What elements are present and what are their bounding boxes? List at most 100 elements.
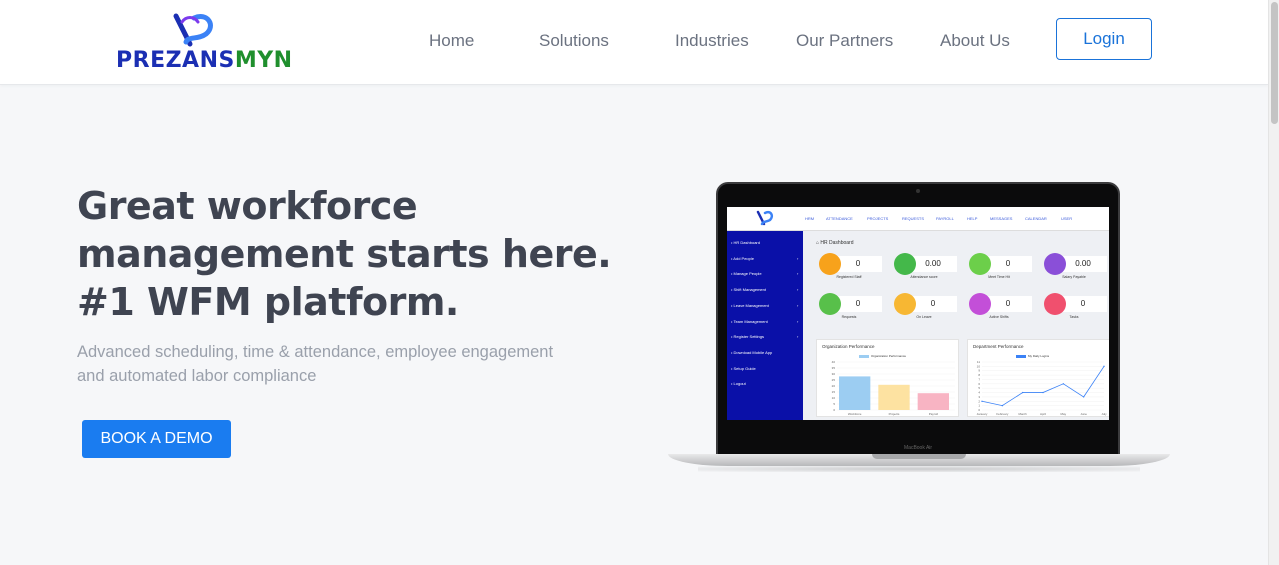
x-tick-label: Projects [889, 412, 900, 416]
data-point [1103, 365, 1105, 368]
laptop-shadow [698, 466, 1140, 472]
dept-performance-panel: Department Performance My Daily Logins 1… [967, 339, 1109, 417]
data-point [1042, 391, 1044, 394]
mini-nav-item: CALENDAR [1025, 216, 1047, 221]
dashboard-screenshot: HRM ATTENDANCE PROJECTS REQUESTS PAYROLL… [727, 207, 1109, 420]
nav-home[interactable]: Home [429, 31, 474, 51]
mini-dashboard-main: ⌂ HR Dashboard 0 Registered Staff 0.00 Atte… [803, 231, 1109, 420]
y-tick-label: 20 [832, 384, 836, 388]
hero-subtitle-line: and automated labor compliance [77, 367, 317, 385]
mini-nav-item: REQUESTS [902, 216, 925, 221]
data-point [1021, 391, 1024, 394]
prezansmyn-logo[interactable]: PREZANSMYN [116, 12, 292, 74]
bar [878, 384, 910, 410]
hero-title-line: Great workforce [77, 184, 418, 228]
nav-solutions[interactable]: Solutions [539, 31, 609, 51]
data-point [1062, 383, 1065, 385]
data-point [1082, 396, 1085, 398]
laptop-notch [872, 454, 966, 459]
mini-nav-item: ATTENDANCE [826, 216, 853, 221]
login-button[interactable]: Login [1056, 18, 1152, 60]
x-tick-label: April [1040, 412, 1046, 416]
mini-stat-card: 0 Requests [816, 291, 882, 321]
mini-sidebar-item: • Shift Management › [731, 287, 799, 292]
camera-icon [916, 189, 920, 193]
mini-sidebar-item: • Team Management › [731, 319, 799, 324]
org-bar-chart: 40 35 30 25 20 15 10 5 0 Workforce Projects Payroll [832, 360, 955, 416]
mini-sidebar-item: • Setup Guide [731, 366, 756, 371]
nav-industries[interactable]: Industries [675, 31, 749, 51]
stat-value: 0 [1005, 259, 1011, 268]
x-tick-label: Payroll [929, 412, 939, 416]
mini-sidebar-item: • Add People › [731, 256, 799, 261]
page-scrollbar[interactable] [1268, 0, 1279, 565]
y-tick-label: 5 [833, 402, 835, 406]
hero-title-line: management starts here. [77, 232, 612, 276]
hero-title-line: #1 WFM platform. [77, 280, 459, 324]
device-label: MacBook Air [904, 445, 933, 451]
y-tick-label: 0 [833, 408, 835, 412]
logo-wordmark: PREZANSMYN [116, 48, 293, 73]
nav-our-partners[interactable]: Our Partners [796, 31, 893, 51]
x-tick-label: June [1080, 412, 1087, 416]
y-tick-label: 25 [832, 378, 836, 382]
mini-stat-card: 0.00 Attendance score [891, 251, 957, 281]
y-tick-label: 15 [832, 390, 836, 394]
mini-nav-item: HELP [967, 216, 978, 221]
mini-nav-item: PROJECTS [867, 216, 889, 221]
x-tick-label: May [1060, 412, 1066, 416]
mini-nav-item: USER [1061, 216, 1073, 221]
scrollbar-thumb[interactable] [1271, 2, 1278, 124]
x-tick-label: March [1018, 412, 1027, 416]
mini-sidebar-item: • Manage People › [731, 271, 799, 276]
x-tick-label: February [996, 412, 1009, 416]
mini-stat-card: 0 Tasks [1041, 291, 1107, 321]
stat-label: Salary Payable [1062, 275, 1086, 279]
site-header: PREZANSMYN Home Solutions Industries Our… [0, 0, 1268, 85]
x-tick-label: Workforce [848, 412, 862, 416]
mini-stat-card: 0.00 Salary Payable [1041, 251, 1107, 281]
mini-topbar: HRM ATTENDANCE PROJECTS REQUESTS PAYROLL… [727, 207, 1109, 231]
data-point [981, 400, 983, 402]
logo-mark-icon [173, 13, 213, 47]
x-tick-label: January [977, 412, 988, 416]
mini-sidebar-item: • Download Mobile App [731, 350, 773, 355]
book-demo-button[interactable]: BOOK A DEMO [82, 420, 231, 458]
mini-sidebar-item: • Register Settings › [731, 334, 799, 339]
y-tick-label: 40 [832, 360, 836, 364]
laptop-mockup-image: HRM ATTENDANCE PROJECTS REQUESTS PAYROLL… [668, 180, 1170, 472]
mini-nav-item: HRM [805, 216, 815, 221]
hero-subtitle: Advanced scheduling, time & attendance, … [77, 340, 637, 388]
org-performance-panel: Organization Performance Organization Pe… [816, 339, 959, 417]
y-tick-label: 10 [832, 396, 836, 400]
hero-subtitle-line: Advanced scheduling, time & attendance, … [77, 343, 554, 361]
mini-dashboard-title: ⌂ HR Dashboard [816, 240, 854, 246]
stat-label: On Leave [916, 315, 932, 319]
mini-logo-icon [756, 210, 774, 226]
bar [839, 376, 871, 410]
mini-sidebar-item: • Logout [731, 381, 746, 386]
stat-label: Requests [841, 315, 857, 319]
stat-value: 0 [855, 259, 861, 268]
mini-stat-card: 0 Active Shifts [966, 291, 1032, 321]
mini-sidebar-item: • HR Dashboard [731, 240, 760, 245]
mini-sidebar-item: • Leave Management › [731, 303, 799, 308]
bar [917, 393, 949, 410]
stat-label: Meet Time Hit [988, 275, 1010, 279]
mini-stat-card: 0 Meet Time Hit [966, 251, 1032, 281]
stat-value: 0 [930, 299, 936, 308]
mini-stat-card: 0 Registered Staff [816, 251, 882, 281]
mini-sidebar: • HR Dashboard • Add People › • Manage Pe… [727, 231, 803, 420]
y-tick-label: 35 [832, 366, 836, 370]
stat-value: 0.00 [1075, 259, 1091, 268]
stat-value: 0 [855, 299, 861, 308]
hero-title: Great workforce management starts here. … [77, 182, 637, 326]
mini-nav-item: MESSAGES [990, 216, 1013, 221]
data-point [1001, 404, 1004, 407]
x-tick-label: July [1101, 412, 1107, 416]
stat-value: 0.00 [925, 259, 941, 268]
series-line [981, 366, 1105, 407]
stat-label: Active Shifts [989, 315, 1009, 319]
y-tick-label: 30 [832, 372, 836, 376]
nav-about-us[interactable]: About Us [940, 31, 1010, 51]
